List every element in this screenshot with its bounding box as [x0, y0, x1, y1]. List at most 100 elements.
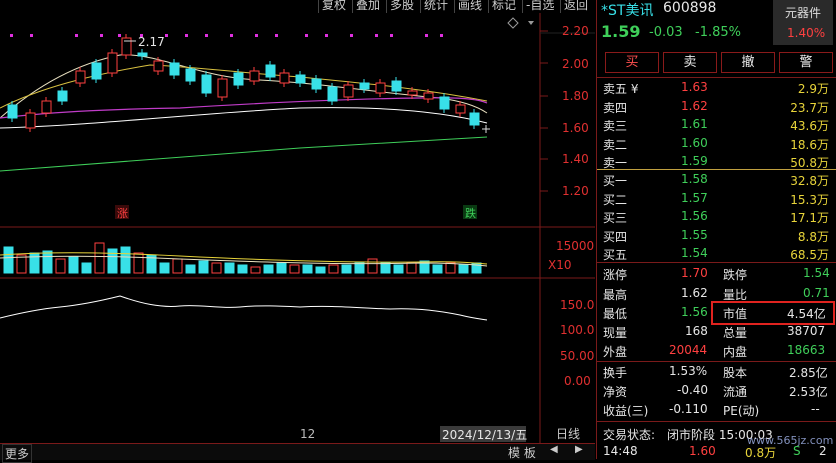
candlesticks	[7, 34, 480, 132]
volume-bar	[55, 258, 66, 274]
limit-up-value: 1.70	[681, 266, 708, 280]
candle-body	[249, 70, 260, 82]
stock-name: *ST美讯	[601, 3, 654, 19]
price-axis-label: 2.00	[562, 57, 589, 71]
tick-time: 14:48	[603, 444, 638, 458]
signal-dot	[165, 34, 168, 37]
dropdown-triangle-icon[interactable]	[528, 21, 534, 25]
candle-body	[75, 70, 86, 84]
candle-body	[407, 90, 418, 96]
back-button[interactable]: 返回	[560, 0, 591, 13]
bid-volume: 15.3万	[790, 192, 829, 207]
bid-price: 1.54	[681, 246, 708, 260]
volume-bar	[172, 258, 183, 274]
limit-down-marker: 跌	[465, 206, 476, 220]
volume-axis-label: 15000	[556, 239, 594, 253]
bid-price: 1.55	[681, 227, 708, 242]
volume-bar	[432, 264, 443, 274]
candle-body	[137, 52, 148, 57]
signal-dots	[10, 34, 443, 37]
volume-bar	[120, 246, 131, 274]
candle-body	[279, 72, 290, 84]
candle-body	[41, 100, 52, 114]
inner-value: 18663	[787, 343, 826, 357]
volume-bar	[107, 248, 118, 274]
bid-label: 买三	[603, 211, 628, 225]
alert-button[interactable]: 警	[779, 52, 833, 73]
bid-volume: 17.1万	[790, 211, 829, 225]
tick-volume: 0.8万	[745, 446, 777, 460]
fuquan-button[interactable]: 复权	[318, 0, 349, 13]
sell-button[interactable]: 卖	[663, 52, 717, 73]
template-button[interactable]: 模 板	[508, 444, 536, 461]
signal-dot	[275, 34, 278, 37]
volume-bar	[276, 262, 287, 274]
ma20-line	[0, 97, 488, 119]
scroll-right-icon[interactable]: ▶	[575, 444, 583, 455]
cursor-date-label: 2024/12/13/五	[442, 428, 527, 442]
candle-body	[25, 112, 36, 129]
shares-label: 股本	[723, 366, 748, 380]
signal-dot	[305, 34, 308, 37]
ma5-line	[0, 54, 488, 119]
outer-label: 外盘	[603, 345, 628, 359]
ask-price: 1.62	[681, 98, 708, 113]
ask-price: 1.59	[681, 154, 708, 168]
ask-label: 卖二	[603, 137, 628, 152]
volume-bar	[133, 252, 144, 274]
scroll-left-icon[interactable]: ◀	[550, 444, 558, 455]
last-price: 1.59	[601, 22, 641, 41]
ask-label: 卖三	[603, 119, 628, 133]
volume-bar	[302, 264, 313, 274]
chart-canvas[interactable]: 2.20 2.00 1.80 1.60 1.40 1.20 15000 X10 …	[0, 13, 595, 443]
stats-button[interactable]: 统计	[420, 0, 451, 13]
volume-axis-unit: X10	[548, 258, 572, 272]
price-axis-label: 1.40	[562, 152, 589, 166]
high-label: 最高	[603, 288, 628, 302]
ma-white-line	[0, 107, 488, 129]
candle-body	[343, 84, 354, 98]
ask-label: 卖四	[603, 100, 628, 115]
candle-body	[265, 64, 276, 78]
indicator-axis-label: 50.00	[560, 349, 594, 363]
volume-bar	[68, 256, 79, 274]
signal-dot	[10, 34, 13, 37]
candle-body	[391, 80, 402, 92]
bid-label: 买四	[603, 229, 628, 244]
buy-button[interactable]: 买	[605, 52, 659, 73]
overlay-button[interactable]: 叠加	[352, 0, 383, 13]
turnover-value: 1.53%	[669, 364, 708, 378]
highlight-box	[711, 301, 835, 325]
float-label: 流通	[723, 385, 748, 399]
signal-dot	[350, 34, 353, 37]
volume-bar	[94, 242, 105, 274]
signal-dot	[390, 34, 393, 37]
volume-bar	[159, 262, 170, 274]
limit-down-value: 1.54	[803, 266, 830, 280]
limit-down-label: 跌停	[723, 268, 748, 282]
draw-line-button[interactable]: 画线	[454, 0, 485, 13]
ma60-line	[0, 136, 488, 172]
settings-diamond-icon[interactable]	[507, 17, 519, 29]
chart-toolbar: 复权 叠加 多股 统计 画线 标记 -自选 返回	[0, 0, 595, 13]
indicator-line	[0, 295, 488, 321]
volume-bar	[315, 266, 326, 274]
multi-stock-button[interactable]: 多股	[386, 0, 417, 13]
tick-count: 2	[819, 444, 827, 458]
cancel-order-button[interactable]: 撤	[721, 52, 775, 73]
sector-box[interactable]: 元器件 1.40%	[773, 0, 833, 45]
ma10-line	[0, 64, 488, 109]
mark-button[interactable]: 标记	[488, 0, 519, 13]
period-label[interactable]: 日线	[556, 427, 580, 441]
more-button[interactable]: 更多	[2, 444, 33, 463]
remove-watchlist-button[interactable]: -自选	[522, 0, 557, 13]
kline-chart[interactable]: 2.20 2.00 1.80 1.60 1.40 1.20 15000 X10 …	[0, 13, 595, 443]
price-change-pct: -1.85%	[695, 25, 741, 40]
candle-body	[169, 62, 180, 76]
candle-body	[469, 112, 480, 126]
volume-bar	[445, 262, 456, 274]
volume-bar	[3, 246, 14, 274]
ask-label: 卖五 ¥	[603, 82, 639, 96]
last-price-cross-icon	[482, 125, 490, 133]
volume-bar	[237, 264, 248, 274]
